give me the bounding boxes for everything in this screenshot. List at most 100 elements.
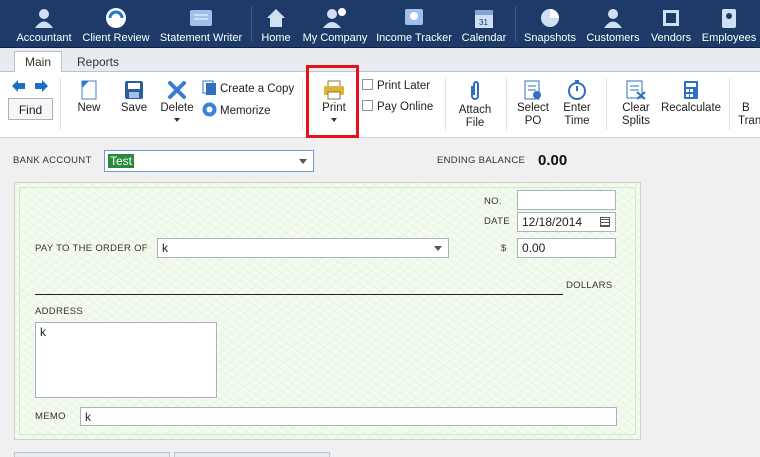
delete-x-icon: [168, 81, 186, 99]
tab-reports[interactable]: Reports: [72, 52, 124, 72]
select-po-button[interactable]: Select PO: [514, 80, 552, 128]
batch-label-2: Tran: [738, 115, 760, 127]
paperclip-icon: [471, 81, 479, 100]
next-arrow-icon[interactable]: [35, 80, 48, 92]
ribbon-separator: [506, 78, 507, 130]
batch-label-1: B: [742, 102, 750, 114]
calendar-icon[interactable]: [600, 217, 610, 227]
ending-balance-value: 0.00: [538, 152, 568, 169]
attach-label-2: File: [465, 117, 485, 129]
accountant-icon: [35, 9, 53, 28]
ribbon-tab-strip: Main Reports: [0, 48, 760, 73]
pay-online-checkbox[interactable]: Pay Online: [362, 100, 433, 113]
chevron-down-icon[interactable]: [299, 159, 307, 164]
nav-home[interactable]: Home: [255, 0, 297, 48]
payee-select[interactable]: k: [157, 238, 449, 258]
nav-vendors[interactable]: Vendors: [647, 0, 695, 48]
memorize-button[interactable]: Memorize: [202, 102, 270, 117]
top-navigation-bar: Accountant Client Review Statement Write…: [0, 0, 760, 48]
create-copy-button[interactable]: Create a Copy: [202, 80, 294, 95]
checkbox[interactable]: [362, 100, 373, 111]
chevron-down-icon[interactable]: [174, 118, 180, 122]
print-highlight-box: [306, 65, 359, 138]
svg-text:31: 31: [479, 18, 488, 27]
batch-icon-spacer: [734, 80, 760, 102]
clear-splits-icon: [626, 80, 646, 100]
nav-label: Client Review: [82, 32, 150, 44]
nav-separator: [251, 6, 252, 42]
save-label: Save: [120, 102, 148, 114]
clear-label-1: Clear: [622, 102, 650, 114]
nav-statement-writer[interactable]: Statement Writer: [158, 0, 244, 48]
previous-arrow-icon[interactable]: [12, 80, 25, 92]
print-later-label: Print Later: [377, 80, 431, 92]
check-number-field[interactable]: [517, 190, 616, 210]
bank-account-select[interactable]: Test: [104, 150, 314, 172]
nav-income-tracker[interactable]: Income Tracker: [374, 0, 454, 48]
copy-icon: [202, 80, 216, 95]
nav-accountant[interactable]: Accountant: [0, 0, 88, 48]
new-button[interactable]: New: [72, 80, 106, 115]
new-label: New: [77, 102, 101, 114]
nav-label: Calendar: [461, 32, 507, 44]
customers-icon: [604, 9, 622, 28]
ribbon-separator: [445, 78, 446, 130]
nav-separator: [515, 6, 516, 42]
ribbon-toolbar: Find New Save Delete Create a Copy Memor…: [0, 72, 760, 138]
address-textarea[interactable]: k: [35, 322, 217, 398]
check-number-label: NO.: [484, 196, 502, 207]
ribbon-separator: [729, 78, 730, 130]
recalculate-label: Recalculate: [660, 102, 722, 114]
memo-field[interactable]: k: [80, 407, 617, 426]
pay-to-label: PAY TO THE ORDER OF: [35, 243, 148, 254]
ribbon-separator: [606, 78, 607, 130]
nav-customers[interactable]: Customers: [585, 0, 641, 48]
date-label: DATE: [484, 216, 510, 227]
print-later-checkbox[interactable]: Print Later: [362, 79, 430, 92]
enter-time-button[interactable]: Enter Time: [558, 80, 596, 128]
checkbox[interactable]: [362, 79, 373, 90]
nav-employees[interactable]: Employees: [700, 0, 758, 48]
select-label-1: Select: [517, 102, 549, 114]
clear-splits-button[interactable]: Clear Splits: [616, 80, 656, 128]
nav-label: My Company: [302, 32, 368, 44]
delete-button[interactable]: Delete: [158, 80, 196, 122]
chevron-down-icon[interactable]: [434, 246, 442, 251]
calendar-icon: 31: [475, 10, 493, 28]
date-field[interactable]: 12/18/2014: [517, 212, 616, 232]
nav-client-review[interactable]: Client Review: [81, 0, 151, 48]
recalculate-button[interactable]: Recalculate: [660, 80, 722, 115]
calculator-icon: [684, 81, 698, 99]
select-po-icon: [524, 80, 541, 100]
ending-balance-label: ENDING BALANCE: [437, 155, 526, 166]
bottom-tab[interactable]: [14, 452, 170, 457]
snapshots-icon: [541, 9, 559, 27]
tab-main[interactable]: Main: [14, 51, 62, 73]
bottom-tab[interactable]: [174, 452, 330, 457]
payee-value: k: [162, 241, 168, 255]
clear-label-2: Splits: [621, 115, 651, 127]
attach-file-button[interactable]: Attach File: [455, 80, 495, 130]
nav-snapshots[interactable]: Snapshots: [520, 0, 580, 48]
nav-label: Home: [261, 32, 291, 44]
ribbon-separator: [60, 78, 61, 130]
amount-field[interactable]: 0.00: [517, 238, 616, 258]
my-company-icon: [323, 8, 346, 28]
bank-account-label: BANK ACCOUNT: [13, 155, 92, 166]
memorize-label: Memorize: [220, 105, 271, 117]
nav-label: Customers: [586, 32, 640, 44]
nav-calendar[interactable]: 31 Calendar: [459, 0, 509, 48]
nav-label: Statement Writer: [159, 32, 243, 44]
enter-label-2: Time: [564, 115, 590, 127]
batch-transactions-button[interactable]: B Tran: [734, 80, 760, 128]
statement-writer-icon: [190, 10, 212, 26]
pay-online-label: Pay Online: [377, 101, 434, 113]
save-button[interactable]: Save: [117, 80, 151, 115]
nav-my-company[interactable]: My Company: [302, 0, 368, 48]
select-label-2: PO: [524, 115, 542, 127]
nav-label: Vendors: [650, 32, 692, 44]
find-button[interactable]: Find: [8, 98, 53, 120]
written-amount-line: [35, 294, 563, 295]
nav-label: Employees: [701, 32, 757, 44]
nav-label: Income Tracker: [376, 32, 452, 44]
